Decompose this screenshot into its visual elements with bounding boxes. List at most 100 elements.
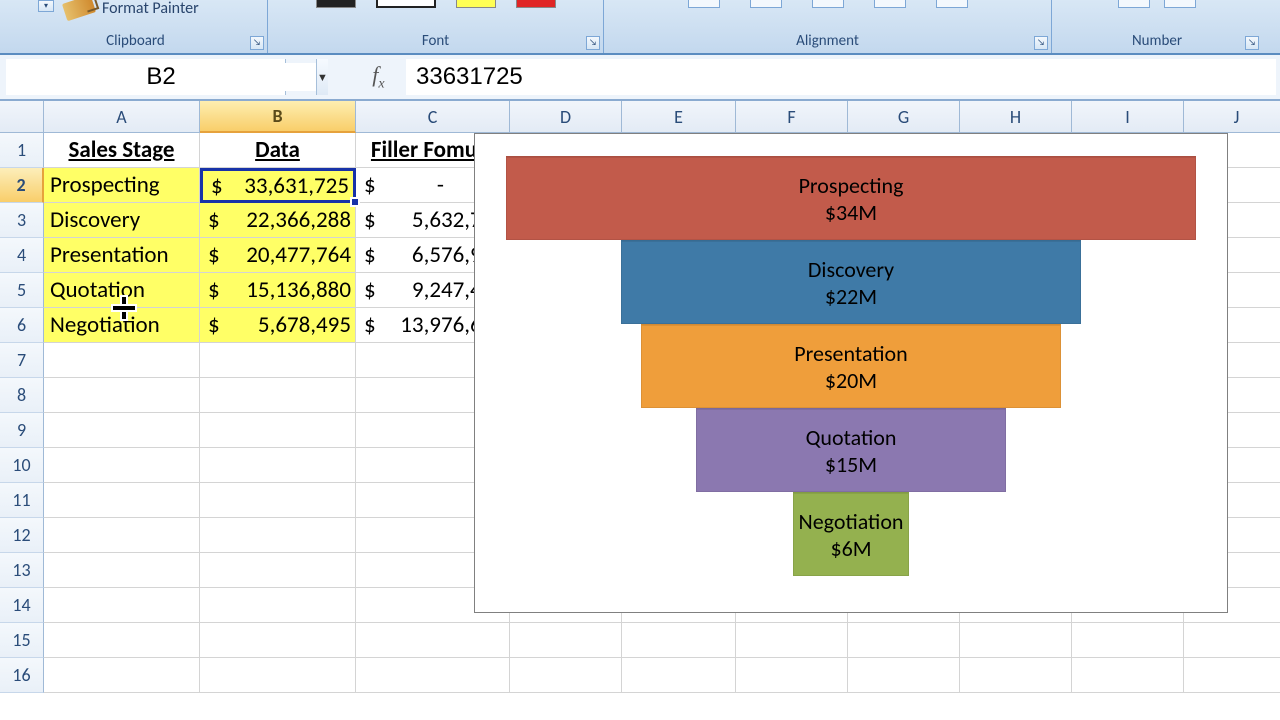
row-header[interactable]: 6: [0, 308, 44, 343]
funnel-bar[interactable]: Discovery$22M: [621, 240, 1081, 324]
cell[interactable]: [848, 623, 960, 658]
column-header[interactable]: C: [356, 101, 510, 133]
format-painter-button[interactable]: Format Painter: [102, 0, 199, 18]
row-header[interactable]: 3: [0, 203, 44, 238]
stage-cell[interactable]: Prospecting: [44, 168, 200, 203]
cell[interactable]: [44, 343, 200, 378]
row-header[interactable]: 1: [0, 133, 44, 168]
funnel-chart[interactable]: Prospecting$34MDiscovery$22MPresentation…: [474, 133, 1228, 613]
column-headers[interactable]: ABCDEFGHIJ: [44, 101, 1280, 133]
clipboard-launcher[interactable]: ↘: [250, 36, 264, 50]
fill-handle[interactable]: [350, 197, 360, 207]
row-header[interactable]: 2: [0, 168, 44, 203]
column-header[interactable]: G: [848, 101, 960, 133]
row-header[interactable]: 7: [0, 343, 44, 378]
row-header[interactable]: 16: [0, 658, 44, 693]
merge-icon[interactable]: [936, 0, 968, 8]
row-header[interactable]: 5: [0, 273, 44, 308]
cell[interactable]: [960, 623, 1072, 658]
column-header[interactable]: D: [510, 101, 622, 133]
row-header[interactable]: 4: [0, 238, 44, 273]
funnel-bar[interactable]: Presentation$20M: [641, 324, 1061, 408]
data-cell[interactable]: $20,477,764: [200, 238, 356, 273]
fill-color-icon[interactable]: [456, 0, 496, 8]
cell[interactable]: [44, 588, 200, 623]
row-header[interactable]: 10: [0, 448, 44, 483]
worksheet[interactable]: ABCDEFGHIJ 12345678910111213141516 Sales…: [0, 101, 1280, 720]
cell[interactable]: [44, 658, 200, 693]
column-header[interactable]: I: [1072, 101, 1184, 133]
column-header[interactable]: J: [1184, 101, 1280, 133]
cell[interactable]: [44, 448, 200, 483]
cell[interactable]: [200, 378, 356, 413]
stage-cell[interactable]: Presentation: [44, 238, 200, 273]
cell[interactable]: [44, 553, 200, 588]
font-color-icon[interactable]: [516, 0, 556, 8]
row-header[interactable]: 13: [0, 553, 44, 588]
data-cell[interactable]: $33,631,725: [200, 168, 356, 203]
cell[interactable]: [44, 623, 200, 658]
cell[interactable]: [200, 588, 356, 623]
stage-cell[interactable]: Quotation: [44, 273, 200, 308]
align-icon[interactable]: [874, 0, 906, 8]
fx-icon[interactable]: fx: [372, 62, 384, 92]
cell[interactable]: [44, 378, 200, 413]
row-header[interactable]: 14: [0, 588, 44, 623]
cell[interactable]: [200, 553, 356, 588]
data-cell[interactable]: $15,136,880: [200, 273, 356, 308]
cell[interactable]: [510, 658, 622, 693]
cell[interactable]: [200, 623, 356, 658]
row-header[interactable]: 11: [0, 483, 44, 518]
paste-dropdown[interactable]: ▾: [38, 0, 54, 12]
cell[interactable]: [1072, 658, 1184, 693]
header-cell[interactable]: Sales Stage: [44, 133, 200, 168]
cell[interactable]: [1184, 658, 1280, 693]
column-header[interactable]: A: [44, 101, 200, 133]
funnel-bar[interactable]: Negotiation$6M: [793, 492, 909, 576]
column-header[interactable]: H: [960, 101, 1072, 133]
name-box[interactable]: ▼: [6, 59, 286, 95]
funnel-bar[interactable]: Quotation$15M: [696, 408, 1006, 492]
cell[interactable]: [200, 518, 356, 553]
column-header[interactable]: B: [200, 101, 356, 133]
formula-bar-input[interactable]: [406, 59, 1276, 95]
data-cell[interactable]: $5,678,495: [200, 308, 356, 343]
cell[interactable]: [848, 658, 960, 693]
number-format-icon[interactable]: [1118, 0, 1150, 8]
cell[interactable]: [960, 658, 1072, 693]
cell[interactable]: [200, 448, 356, 483]
align-icon[interactable]: [688, 0, 720, 8]
cell[interactable]: [44, 483, 200, 518]
cell[interactable]: [356, 658, 510, 693]
border-thick-icon[interactable]: [376, 0, 436, 8]
cell[interactable]: [44, 518, 200, 553]
row-headers[interactable]: 12345678910111213141516: [0, 133, 44, 693]
cell[interactable]: [1072, 623, 1184, 658]
cell[interactable]: [44, 413, 200, 448]
row-header[interactable]: 9: [0, 413, 44, 448]
cell[interactable]: [356, 623, 510, 658]
row-header[interactable]: 15: [0, 623, 44, 658]
cell[interactable]: [200, 658, 356, 693]
name-box-input[interactable]: [6, 63, 316, 91]
stage-cell[interactable]: Discovery: [44, 203, 200, 238]
cell[interactable]: [622, 623, 736, 658]
font-launcher[interactable]: ↘: [586, 36, 600, 50]
header-cell[interactable]: Data: [200, 133, 356, 168]
cell[interactable]: [736, 658, 848, 693]
number-launcher[interactable]: ↘: [1245, 36, 1259, 50]
cell[interactable]: [1184, 623, 1280, 658]
row-header[interactable]: 12: [0, 518, 44, 553]
funnel-bar[interactable]: Prospecting$34M: [506, 156, 1196, 240]
row-header[interactable]: 8: [0, 378, 44, 413]
alignment-launcher[interactable]: ↘: [1034, 36, 1048, 50]
cell[interactable]: [200, 483, 356, 518]
stage-cell[interactable]: Negotiation: [44, 308, 200, 343]
cell[interactable]: [736, 623, 848, 658]
cell[interactable]: [200, 343, 356, 378]
align-icon[interactable]: [750, 0, 782, 8]
cell[interactable]: [200, 413, 356, 448]
cell[interactable]: [510, 623, 622, 658]
border-icon[interactable]: [316, 0, 356, 8]
number-format-icon[interactable]: [1164, 0, 1196, 8]
